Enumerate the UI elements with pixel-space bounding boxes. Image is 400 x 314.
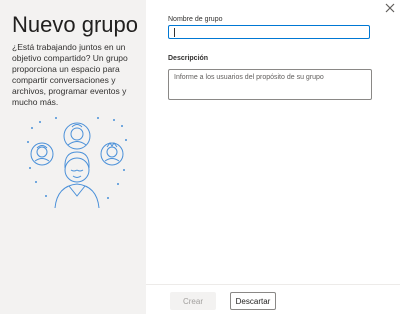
group-description-text: ¿Está trabajando juntos en un objetivo c… [12,42,128,107]
close-icon[interactable] [384,2,396,14]
form-pane [146,0,400,314]
group-people-illustration [27,117,127,209]
page-title: Nuevo grupo [12,12,138,37]
description-label: Descripción [168,55,209,62]
text-caret [174,28,175,37]
footer-divider [146,284,400,285]
description-input[interactable]: Informe a los usuarios del propósito de … [168,69,372,100]
discard-button[interactable]: Descartar [230,292,276,310]
group-name-input[interactable] [168,25,370,39]
create-button[interactable]: Crear [170,292,216,310]
group-name-label: Nombre de grupo [168,16,223,23]
left-info-pane: Nuevo grupo ¿Está trabajando juntos en u… [0,0,146,314]
